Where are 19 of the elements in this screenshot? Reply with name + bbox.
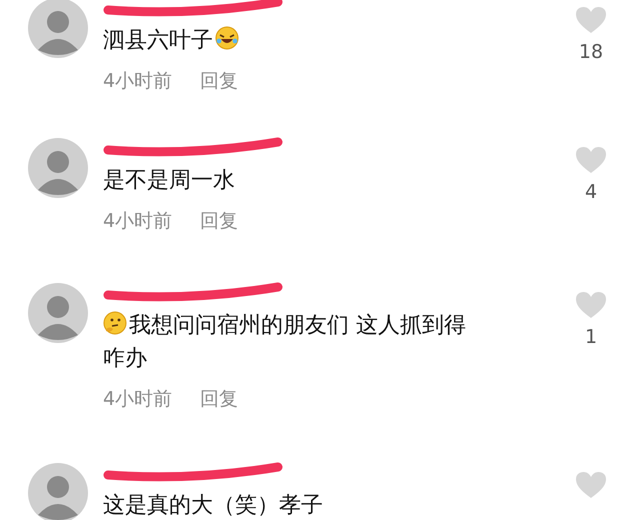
reply-link[interactable]: 回复 xyxy=(200,385,238,414)
avatar[interactable] xyxy=(28,0,88,58)
reply-link[interactable]: 回复 xyxy=(200,67,238,96)
comment-text: 这是真的大（笑）孝子 xyxy=(103,492,324,520)
avatar[interactable] xyxy=(28,463,88,520)
avatar[interactable] xyxy=(28,138,88,198)
comment-time: 4小时前 xyxy=(103,69,172,94)
comment-time: 4小时前 xyxy=(103,387,172,412)
like-count: 18 xyxy=(578,40,604,65)
comment-text: 泗县六叶子 xyxy=(103,24,561,57)
comment-text: 是不是周一水 xyxy=(103,167,236,195)
comment-text: 我想问问宿州的朋友们 这人抓到得 咋办 xyxy=(103,310,467,373)
laughing-emoji-icon xyxy=(215,26,239,50)
avatar[interactable] xyxy=(28,283,88,343)
like-count: 1 xyxy=(584,325,598,350)
like-count: 4 xyxy=(584,180,598,205)
thinking-emoji-icon xyxy=(103,311,127,335)
reply-link[interactable]: 回复 xyxy=(200,207,238,236)
comment-time: 4小时前 xyxy=(103,209,172,234)
